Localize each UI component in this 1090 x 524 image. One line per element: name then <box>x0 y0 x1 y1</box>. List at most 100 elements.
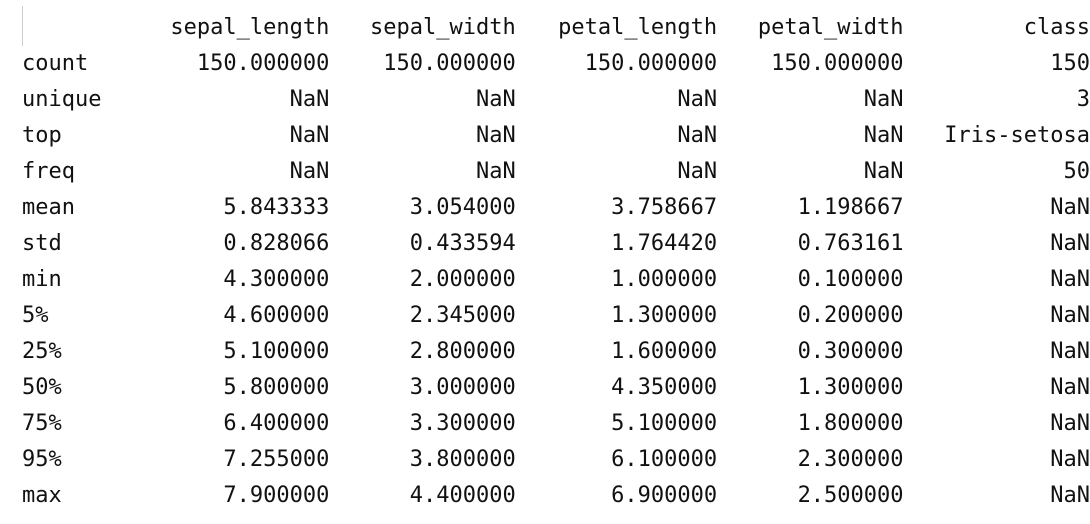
row-label: 25% <box>22 339 62 364</box>
table-cell: 1.764420 <box>611 231 718 256</box>
table-cell: 2.800000 <box>409 339 516 364</box>
table-cell: 3.000000 <box>409 375 516 400</box>
table-cell: NaN <box>476 123 516 148</box>
table-row: top NaN NaN NaN NaN Iris-setosa <box>0 118 1090 154</box>
table-row: mean 5.843333 3.054000 3.758667 1.198667 NaN <box>0 190 1090 226</box>
table-cell: 5.100000 <box>223 339 330 364</box>
table-cell: 2.300000 <box>797 447 904 472</box>
table-cell: 150.000000 <box>196 51 330 76</box>
table-cell: 3.300000 <box>409 411 516 436</box>
table-cell: 0.763161 <box>797 231 904 256</box>
describe-table: sepal_length sepal_width petal_length pe… <box>0 10 1090 514</box>
table-cell: NaN <box>476 159 516 184</box>
table-cell: 4.350000 <box>611 375 718 400</box>
table-cell: 150 <box>1050 51 1090 76</box>
row-label: count <box>22 51 89 76</box>
table-cell: NaN <box>1050 447 1090 472</box>
table-cell: NaN <box>1050 231 1090 256</box>
table-row: std 0.828066 0.433594 1.764420 0.763161 NaN <box>0 226 1090 262</box>
row-label: 50% <box>22 375 62 400</box>
table-cell: NaN <box>677 159 718 184</box>
table-cell: 150.000000 <box>383 51 516 76</box>
table-cell: 5.843333 <box>223 195 330 220</box>
table-cell: 2.000000 <box>409 267 516 292</box>
table-cell: 5.100000 <box>611 411 718 436</box>
table-cell: NaN <box>677 87 718 112</box>
table-cell: 3.758667 <box>611 195 718 220</box>
table-cell: NaN <box>1050 411 1090 436</box>
table-row: 75% 6.400000 3.300000 5.100000 1.800000 NaN <box>0 406 1090 442</box>
table-cell: NaN <box>289 159 330 184</box>
table-cell: NaN <box>1050 267 1090 292</box>
table-cell: 6.900000 <box>611 483 718 508</box>
column-header-petal-width: petal_width <box>757 15 904 40</box>
table-cell: 2.500000 <box>797 483 904 508</box>
table-cell: 2.345000 <box>409 303 516 328</box>
table-row: min 4.300000 2.000000 1.000000 0.100000 NaN <box>0 262 1090 298</box>
table-cell: 6.100000 <box>611 447 718 472</box>
table-cell: 3 <box>1076 87 1090 112</box>
table-cell: 0.200000 <box>797 303 904 328</box>
row-label: 5% <box>22 303 49 328</box>
table-cell: 1.600000 <box>611 339 718 364</box>
row-label: top <box>22 123 62 148</box>
table-cell: NaN <box>863 159 904 184</box>
table-cell: 1.198667 <box>797 195 904 220</box>
table-cell: 0.433594 <box>409 231 516 256</box>
table-row: freq NaN NaN NaN NaN 50 <box>0 154 1090 190</box>
row-label: unique <box>22 87 102 112</box>
table-cell: 150.000000 <box>584 51 718 76</box>
table-cell: NaN <box>1050 375 1090 400</box>
table-cell: 1.000000 <box>611 267 718 292</box>
table-row: count 150.000000 150.000000 150.000000 150.0… <box>0 46 1090 82</box>
table-cell: NaN <box>1050 195 1090 220</box>
table-cell: 150.000000 <box>771 51 904 76</box>
row-label: mean <box>22 195 75 220</box>
table-cell: 6.400000 <box>223 411 330 436</box>
table-row: max 7.900000 4.400000 6.900000 2.500000 NaN <box>0 478 1090 514</box>
table-cell: 3.800000 <box>409 447 516 472</box>
table-row: 25% 5.100000 2.800000 1.600000 0.300000 NaN <box>0 334 1090 370</box>
row-label: max <box>22 483 62 508</box>
table-cell: 1.300000 <box>797 375 904 400</box>
table-cell: NaN <box>289 87 330 112</box>
table-cell: 0.300000 <box>797 339 904 364</box>
table-row: unique NaN NaN NaN NaN 3 <box>0 82 1090 118</box>
table-cell: 7.255000 <box>223 447 330 472</box>
row-label: freq <box>22 159 75 184</box>
table-cell: 3.054000 <box>409 195 516 220</box>
index-header <box>0 10 140 46</box>
table-cell: 0.100000 <box>797 267 904 292</box>
column-header-petal-length: petal_length <box>558 15 718 40</box>
table-cell: 5.800000 <box>223 375 330 400</box>
row-label: 75% <box>22 411 62 436</box>
table-cell: 1.800000 <box>797 411 904 436</box>
clipped-previous-line <box>0 0 1090 6</box>
table-cell: NaN <box>863 123 904 148</box>
row-label: min <box>22 267 62 292</box>
column-header-class: class <box>1023 15 1090 40</box>
table-cell: NaN <box>677 123 718 148</box>
table-cell: NaN <box>863 87 904 112</box>
table-cell: NaN <box>289 123 330 148</box>
header-row: sepal_length sepal_width petal_length pe… <box>0 10 1090 46</box>
row-label: 95% <box>22 447 62 472</box>
table-cell: 0.828066 <box>223 231 330 256</box>
table-cell: Iris-setosa <box>944 123 1090 148</box>
table-cell: 4.400000 <box>409 483 516 508</box>
table-cell: NaN <box>1050 483 1090 508</box>
table-cell: 4.600000 <box>223 303 330 328</box>
row-label: std <box>22 231 62 256</box>
table-row: 95% 7.255000 3.800000 6.100000 2.300000 NaN <box>0 442 1090 478</box>
column-header-sepal-length: sepal_length <box>170 15 330 40</box>
table-cell: NaN <box>1050 303 1090 328</box>
column-header-sepal-width: sepal_width <box>370 15 516 40</box>
table-cell: NaN <box>476 87 516 112</box>
table-cell: 50 <box>1063 159 1090 184</box>
table-row: 50% 5.800000 3.000000 4.350000 1.300000 NaN <box>0 370 1090 406</box>
table-cell: 1.300000 <box>611 303 718 328</box>
table-row: 5% 4.600000 2.345000 1.300000 0.200000 NaN <box>0 298 1090 334</box>
table-cell: NaN <box>1050 339 1090 364</box>
table-body: count 150.000000 150.000000 150.000000 150.0… <box>0 46 1090 514</box>
table-cell: 7.900000 <box>223 483 330 508</box>
